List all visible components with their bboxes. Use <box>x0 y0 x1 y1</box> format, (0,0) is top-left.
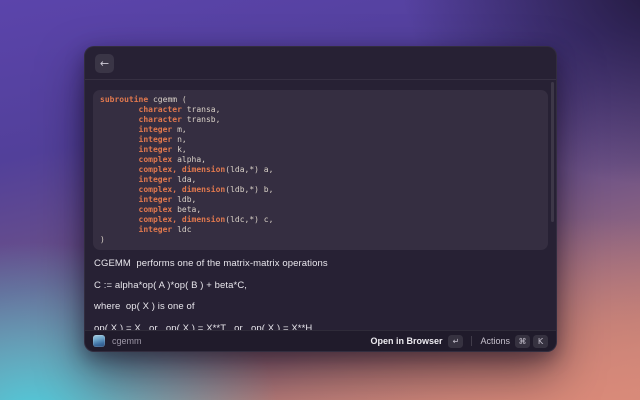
code-keyword: integer <box>139 125 173 134</box>
code-line: integer n, <box>100 135 541 145</box>
description-paragraph: CGEMM performs one of the matrix-matrix … <box>94 259 547 270</box>
code-line: complex alpha, <box>100 155 541 165</box>
app-icon <box>93 335 105 347</box>
code-line: integer k, <box>100 145 541 155</box>
code-keyword: dimension <box>182 185 225 194</box>
code-keyword: dimension <box>182 165 225 174</box>
open-in-browser-label: Open in Browser <box>370 336 442 346</box>
code-text: n, <box>172 135 186 144</box>
code-line: integer m, <box>100 125 541 135</box>
code-keyword: integer <box>139 195 173 204</box>
code-line: integer ldc <box>100 225 541 235</box>
code-text: ldc <box>172 225 191 234</box>
code-block: subroutine cgemm ( character transa, cha… <box>93 90 548 250</box>
code-keyword: complex, <box>139 215 178 224</box>
command-key-icon: ⌘ <box>515 335 530 348</box>
back-button[interactable]: ← <box>95 54 114 73</box>
desktop-background: ← subroutine cgemm ( character transa, c… <box>0 0 640 400</box>
code-text: lda, <box>172 175 196 184</box>
back-arrow-icon: ← <box>100 54 109 73</box>
code-text: k, <box>172 145 186 154</box>
code-text: (ldc,*) c, <box>225 215 273 224</box>
code-text: transa, <box>182 105 221 114</box>
description-paragraph: op( X ) = X or op( X ) = X**T or op( X )… <box>94 324 547 331</box>
code-text: cgemm ( <box>148 95 187 104</box>
code-line: complex beta, <box>100 205 541 215</box>
k-key: K <box>533 335 548 348</box>
code-keyword: complex, <box>139 165 178 174</box>
return-key-icon: ↵ <box>448 335 463 348</box>
code-text <box>100 155 139 164</box>
code-line: complex, dimension(lda,*) a, <box>100 165 541 175</box>
code-text: alpha, <box>172 155 206 164</box>
footer-right: Open in Browser ↵ Actions ⌘ K <box>370 335 548 348</box>
code-keyword: character <box>139 115 182 124</box>
code-keyword: character <box>139 105 182 114</box>
scrollbar[interactable] <box>551 82 554 222</box>
footer-left: cgemm <box>93 335 142 347</box>
code-text <box>100 125 139 134</box>
code-text <box>100 195 139 204</box>
code-text: (ldb,*) b, <box>225 185 273 194</box>
footer-divider <box>471 336 472 346</box>
code-line: complex, dimension(ldb,*) b, <box>100 185 541 195</box>
code-text <box>100 215 139 224</box>
code-text <box>100 135 139 144</box>
code-text: beta, <box>172 205 201 214</box>
code-text: m, <box>172 125 186 134</box>
code-keyword: subroutine <box>100 95 148 104</box>
code-line: complex, dimension(ldc,*) c, <box>100 215 541 225</box>
code-line: subroutine cgemm ( <box>100 95 541 105</box>
code-line: character transb, <box>100 115 541 125</box>
code-text <box>100 145 139 154</box>
code-text: transb, <box>182 115 221 124</box>
content-area: subroutine cgemm ( character transa, cha… <box>85 80 556 330</box>
description-text: CGEMM performs one of the matrix-matrix … <box>93 259 548 330</box>
code-text: ) <box>100 235 105 244</box>
code-text <box>100 105 139 114</box>
code-text <box>100 185 139 194</box>
description-paragraph: where op( X ) is one of <box>94 302 547 313</box>
docs-window: ← subroutine cgemm ( character transa, c… <box>84 46 557 352</box>
code-text <box>100 165 139 174</box>
query-label: cgemm <box>112 336 142 346</box>
code-text: (lda,*) a, <box>225 165 273 174</box>
code-keyword: integer <box>139 135 173 144</box>
code-keyword: complex <box>139 155 173 164</box>
code-text <box>100 175 139 184</box>
actions-button[interactable]: Actions ⌘ K <box>480 335 548 348</box>
code-line: integer lda, <box>100 175 541 185</box>
code-line: integer ldb, <box>100 195 541 205</box>
code-keyword: integer <box>139 175 173 184</box>
code-text <box>100 225 139 234</box>
code-text <box>100 115 139 124</box>
code-text <box>100 205 139 214</box>
code-keyword: dimension <box>182 215 225 224</box>
code-keyword: integer <box>139 145 173 154</box>
window-header: ← <box>85 47 556 80</box>
code-line: character transa, <box>100 105 541 115</box>
footer-bar: cgemm Open in Browser ↵ Actions ⌘ K <box>85 330 556 351</box>
code-line: ) <box>100 235 541 245</box>
code-keyword: complex <box>139 205 173 214</box>
code-keyword: integer <box>139 225 173 234</box>
code-keyword: complex, <box>139 185 178 194</box>
actions-label: Actions <box>480 336 510 346</box>
description-paragraph: C := alpha*op( A )*op( B ) + beta*C, <box>94 281 547 292</box>
open-in-browser-button[interactable]: Open in Browser ↵ <box>370 335 463 348</box>
code-text: ldb, <box>172 195 196 204</box>
